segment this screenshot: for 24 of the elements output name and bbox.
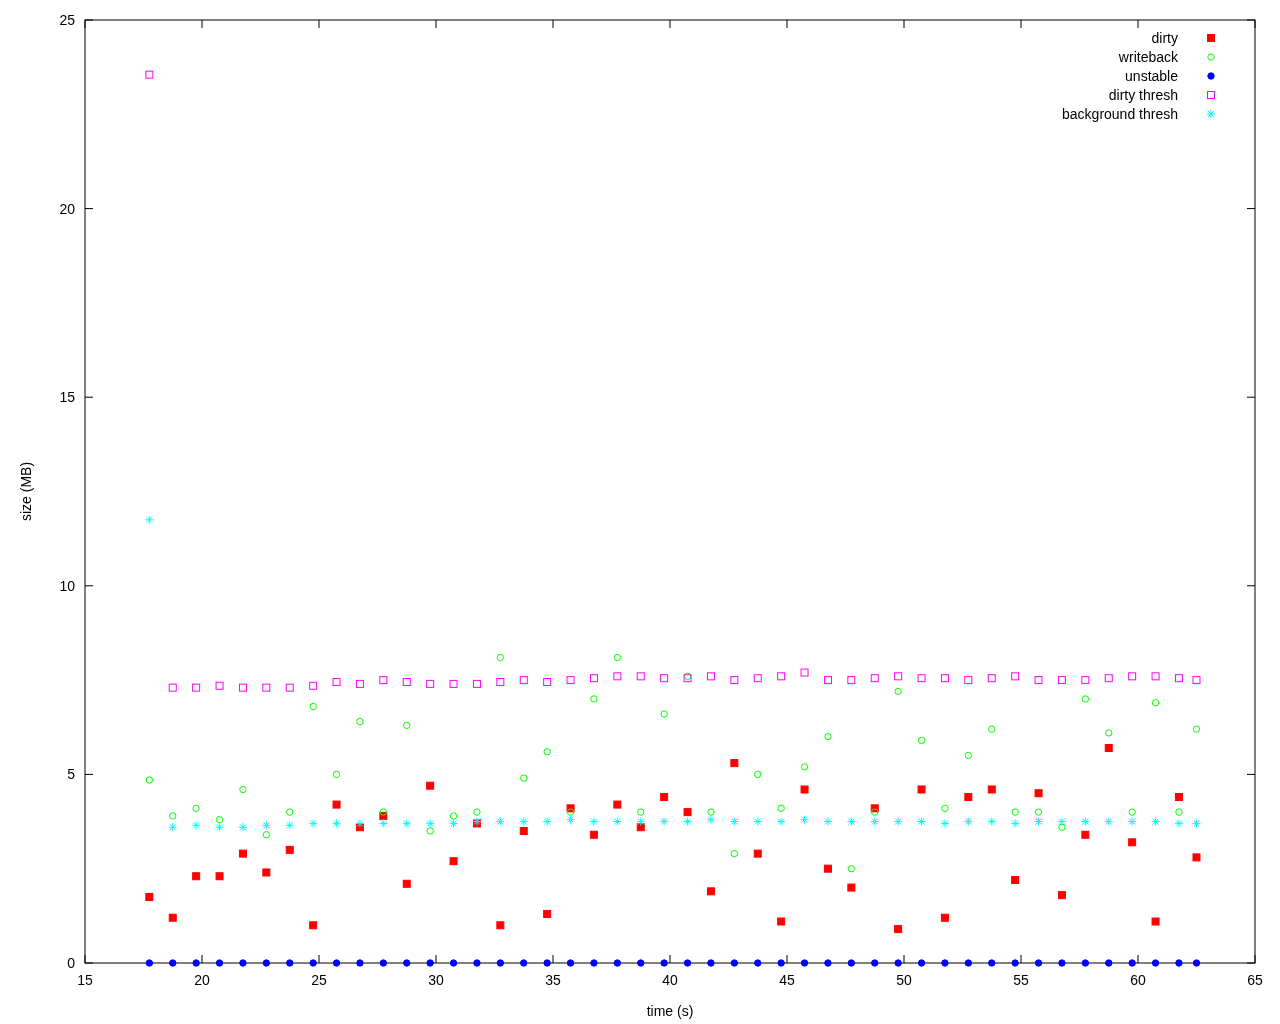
tick-label: 45 xyxy=(779,972,795,988)
tick-label: 15 xyxy=(77,972,93,988)
tick-label: 20 xyxy=(59,200,75,217)
y-axis-label: size (MB) xyxy=(18,461,34,522)
tick-label: 0 xyxy=(67,955,75,971)
legend-label: dirty thresh xyxy=(1108,87,1178,103)
legend-label: background thresh xyxy=(1062,106,1178,122)
tick-label: 40 xyxy=(662,972,678,988)
tick-label: 35 xyxy=(545,972,561,988)
legend-label: unstable xyxy=(1125,68,1178,84)
tick-label: 65 xyxy=(1247,972,1263,988)
tick-label: 20 xyxy=(194,972,210,988)
tick-label: 60 xyxy=(1130,972,1146,988)
x-axis-label: time (s) xyxy=(646,1003,694,1019)
tick-label: 25 xyxy=(59,12,75,28)
tick-label: 30 xyxy=(428,972,444,988)
tick-label: 25 xyxy=(311,972,327,988)
tick-label: 15 xyxy=(59,389,75,406)
tick-label: 5 xyxy=(67,766,75,783)
tick-label: 10 xyxy=(59,577,75,594)
legend-label: dirty xyxy=(1151,30,1178,46)
tick-label: 55 xyxy=(1013,972,1029,988)
tick-label: 50 xyxy=(896,972,912,988)
legend-label: writeback xyxy=(1118,49,1178,65)
